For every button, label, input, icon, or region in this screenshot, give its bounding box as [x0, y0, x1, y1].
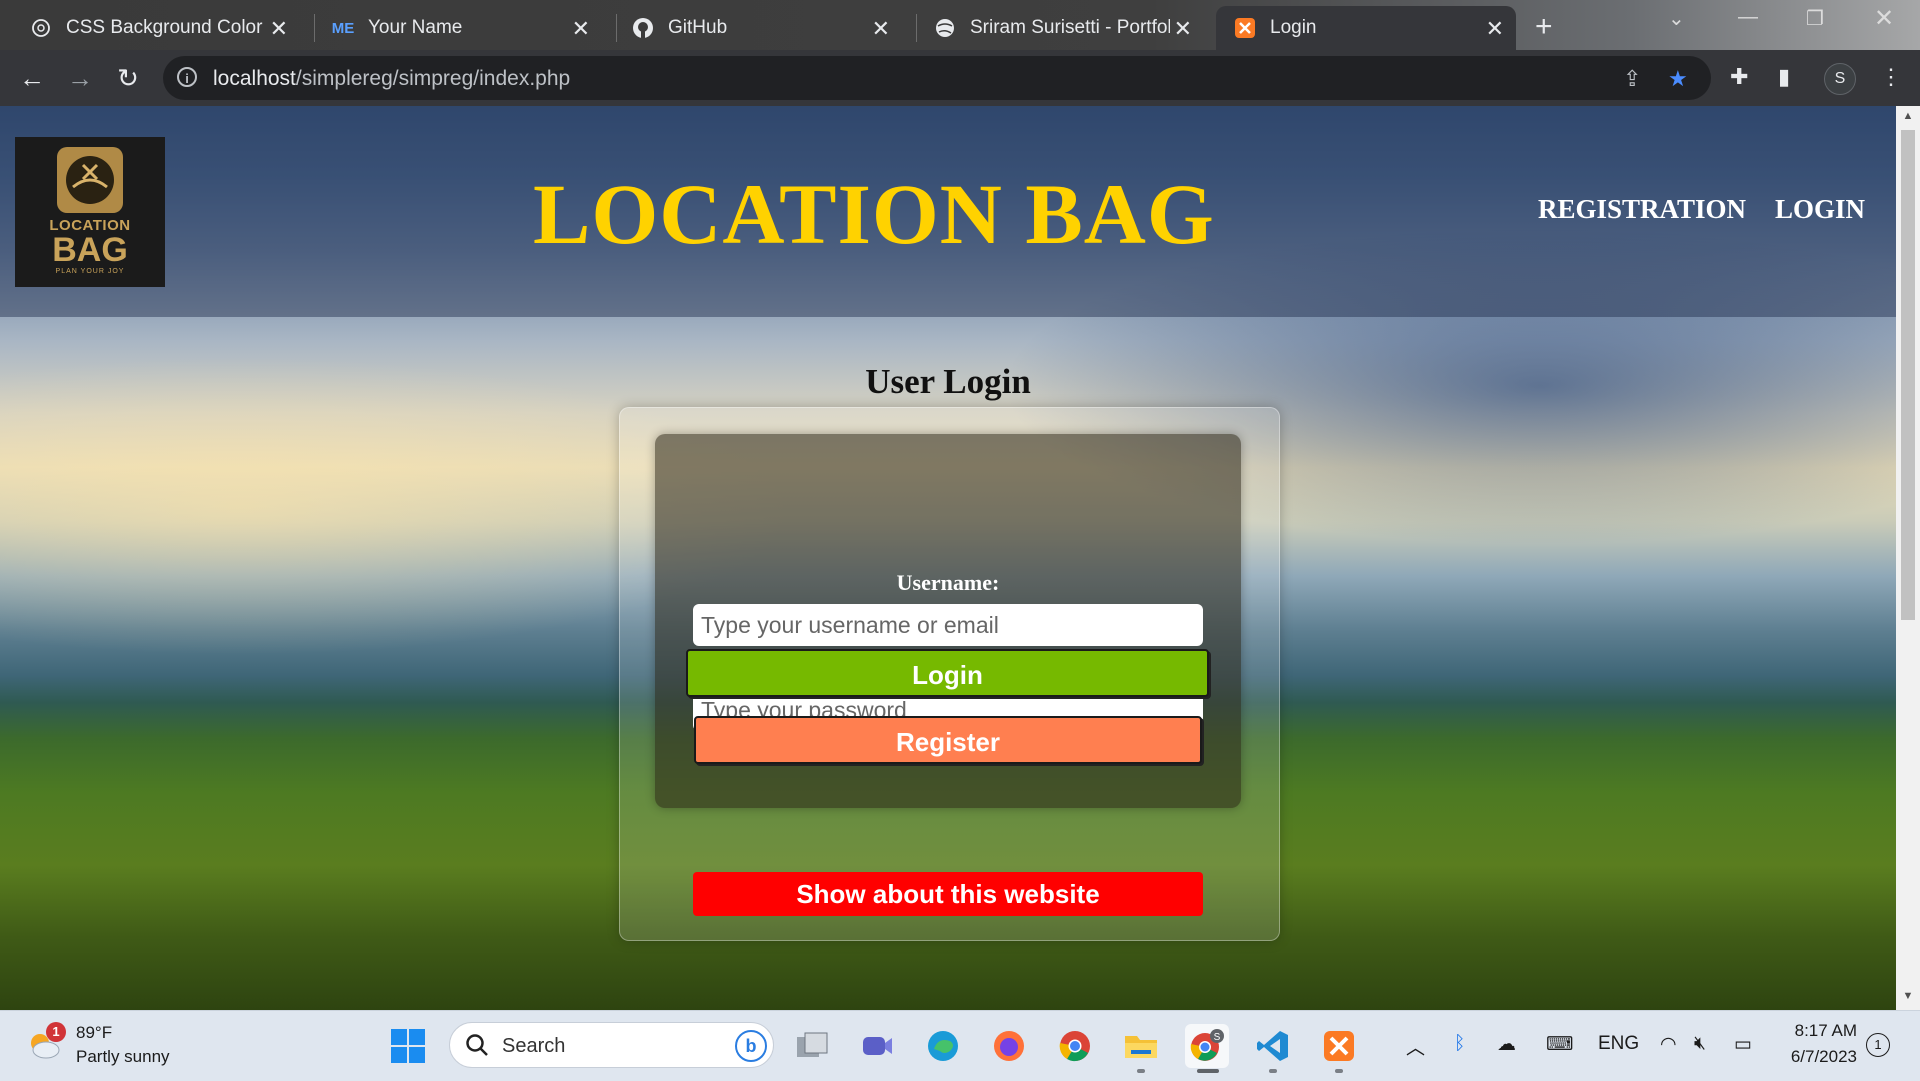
search-label: Search — [502, 1035, 566, 1057]
battery-icon[interactable]: ▭ — [1734, 1033, 1752, 1056]
tab-separator — [916, 14, 917, 42]
nav-login-link[interactable]: LOGIN — [1775, 194, 1865, 225]
extensions-puzzle-icon[interactable]: ✚ — [1730, 64, 1748, 90]
about-website-button[interactable]: Show about this website — [693, 872, 1203, 916]
notification-count[interactable]: 1 — [1866, 1033, 1890, 1057]
register-button[interactable]: Register — [694, 716, 1202, 764]
tab-title: Login — [1270, 17, 1317, 38]
tab-strip: CSS Background Color Tra ✕ ME Your Name … — [0, 0, 1920, 50]
side-panel-icon[interactable]: ▮ — [1778, 64, 1790, 90]
nav-registration-link[interactable]: REGISTRATION — [1538, 194, 1746, 225]
tab-search-chevron-icon[interactable]: ⌄ — [1668, 6, 1685, 31]
site-logo[interactable]: LOCATION BAG PLAN YOUR JOY — [15, 137, 165, 287]
bluetooth-icon[interactable]: ᛒ — [1454, 1033, 1465, 1055]
chrome-icon[interactable] — [1053, 1024, 1097, 1068]
tab-close-icon[interactable]: ✕ — [572, 16, 590, 42]
login-button[interactable]: Login — [686, 649, 1209, 697]
tab-portfolio[interactable]: Sriram Surisetti - Portfolio ✕ — [934, 6, 1204, 50]
firefox-icon[interactable] — [987, 1024, 1031, 1068]
bing-icon[interactable]: b — [735, 1030, 767, 1062]
weather-description[interactable]: Partly sunny — [76, 1047, 170, 1067]
page-scrollbar[interactable]: ▲ ▼ — [1896, 106, 1920, 1010]
edge-icon[interactable] — [921, 1024, 965, 1068]
site-title: LOCATION BAG — [533, 166, 1215, 262]
github-icon — [632, 17, 654, 39]
clock-date[interactable]: 6/7/2023 — [1779, 1047, 1857, 1067]
username-input[interactable] — [693, 604, 1203, 646]
search-icon — [466, 1034, 488, 1056]
tab-title: GitHub — [668, 17, 728, 38]
me-icon: ME — [331, 19, 355, 37]
address-bar[interactable]: i localhost/simplereg/simpreg/index.php … — [163, 56, 1711, 100]
minimize-icon[interactable]: — — [1738, 6, 1758, 29]
username-label: Username: — [896, 570, 1000, 595]
vscode-icon[interactable] — [1251, 1024, 1295, 1068]
close-window-icon[interactable]: ✕ — [1874, 4, 1894, 33]
teams-icon[interactable] — [855, 1024, 899, 1068]
wifi-icon[interactable]: ◠ — [1660, 1033, 1677, 1056]
tab-separator — [314, 14, 315, 42]
new-tab-plus-icon[interactable]: + — [1535, 10, 1553, 44]
tab-your-name[interactable]: ME Your Name ✕ — [332, 6, 602, 50]
svg-text:S: S — [1214, 1032, 1221, 1043]
running-indicator — [1269, 1069, 1277, 1073]
scrollbar-thumb[interactable] — [1901, 130, 1915, 620]
tab-close-icon[interactable]: ✕ — [270, 16, 288, 42]
volume-muted-icon[interactable]: 🔇︎ — [1694, 1033, 1706, 1055]
weather-temperature[interactable]: 89°F — [76, 1023, 112, 1043]
tab-close-icon[interactable]: ✕ — [1174, 16, 1192, 42]
logo-emblem-icon — [57, 147, 123, 213]
scroll-down-icon[interactable]: ▼ — [1896, 990, 1920, 1002]
profile-avatar[interactable]: S — [1824, 63, 1856, 95]
running-indicator — [1335, 1069, 1343, 1073]
tab-login[interactable]: Login ✕ — [1216, 6, 1516, 50]
tab-separator — [616, 14, 617, 42]
file-explorer-icon[interactable] — [1119, 1024, 1163, 1068]
windows-start-icon[interactable] — [386, 1024, 430, 1068]
browser-toolbar: ← → ↻ i localhost/simplereg/simpreg/inde… — [0, 50, 1920, 106]
logo-text-bag: BAG — [52, 231, 128, 269]
tab-github[interactable]: GitHub ✕ — [632, 6, 902, 50]
back-arrow-icon[interactable]: ← — [14, 60, 50, 96]
show-hidden-icons-chevron-icon[interactable]: ︿ — [1406, 1033, 1425, 1060]
language-indicator[interactable]: ENG — [1598, 1033, 1639, 1055]
login-heading: User Login — [865, 362, 1031, 401]
tab-title: Your Name — [368, 17, 463, 38]
keyboard-icon[interactable]: ⌨ — [1546, 1033, 1573, 1056]
windows-taskbar: 1 89°F Partly sunny Search b S ︿ ᛒ ☁ ⌨ E… — [0, 1010, 1920, 1081]
globe-icon — [934, 17, 956, 39]
share-icon[interactable]: ⇪ — [1623, 66, 1641, 92]
tab-close-icon[interactable]: ✕ — [872, 16, 890, 42]
tab-title: CSS Background Color Tra — [66, 17, 266, 38]
tab-css-background[interactable]: CSS Background Color Tra ✕ — [30, 6, 300, 50]
weather-badge: 1 — [46, 1022, 66, 1042]
tab-close-icon[interactable]: ✕ — [1486, 16, 1504, 42]
onedrive-cloud-icon[interactable]: ☁ — [1497, 1033, 1516, 1056]
chatgpt-icon — [30, 17, 52, 39]
tab-title: Sriram Surisetti - Portfolio — [970, 17, 1170, 38]
xampp-icon — [1234, 17, 1256, 39]
kebab-menu-icon[interactable]: ⋮ — [1880, 64, 1902, 90]
chrome-profile-icon[interactable]: S — [1185, 1024, 1229, 1068]
url-text: localhost/simplereg/simpreg/index.php — [213, 67, 571, 90]
clock-time[interactable]: 8:17 AM — [1787, 1021, 1857, 1041]
active-indicator — [1197, 1069, 1219, 1073]
forward-arrow-icon[interactable]: → — [62, 60, 98, 96]
running-indicator — [1137, 1069, 1145, 1073]
task-view-icon[interactable] — [790, 1024, 834, 1068]
logo-tagline: PLAN YOUR JOY — [55, 268, 125, 275]
taskbar-search[interactable]: Search b — [449, 1022, 774, 1068]
scroll-up-icon[interactable]: ▲ — [1896, 110, 1920, 122]
restore-icon[interactable]: ❐ — [1806, 6, 1824, 31]
site-info-icon[interactable]: i — [177, 67, 197, 87]
xampp-icon[interactable] — [1317, 1024, 1361, 1068]
reload-icon[interactable]: ↻ — [110, 60, 146, 96]
bookmark-star-icon[interactable]: ★ — [1668, 66, 1688, 92]
